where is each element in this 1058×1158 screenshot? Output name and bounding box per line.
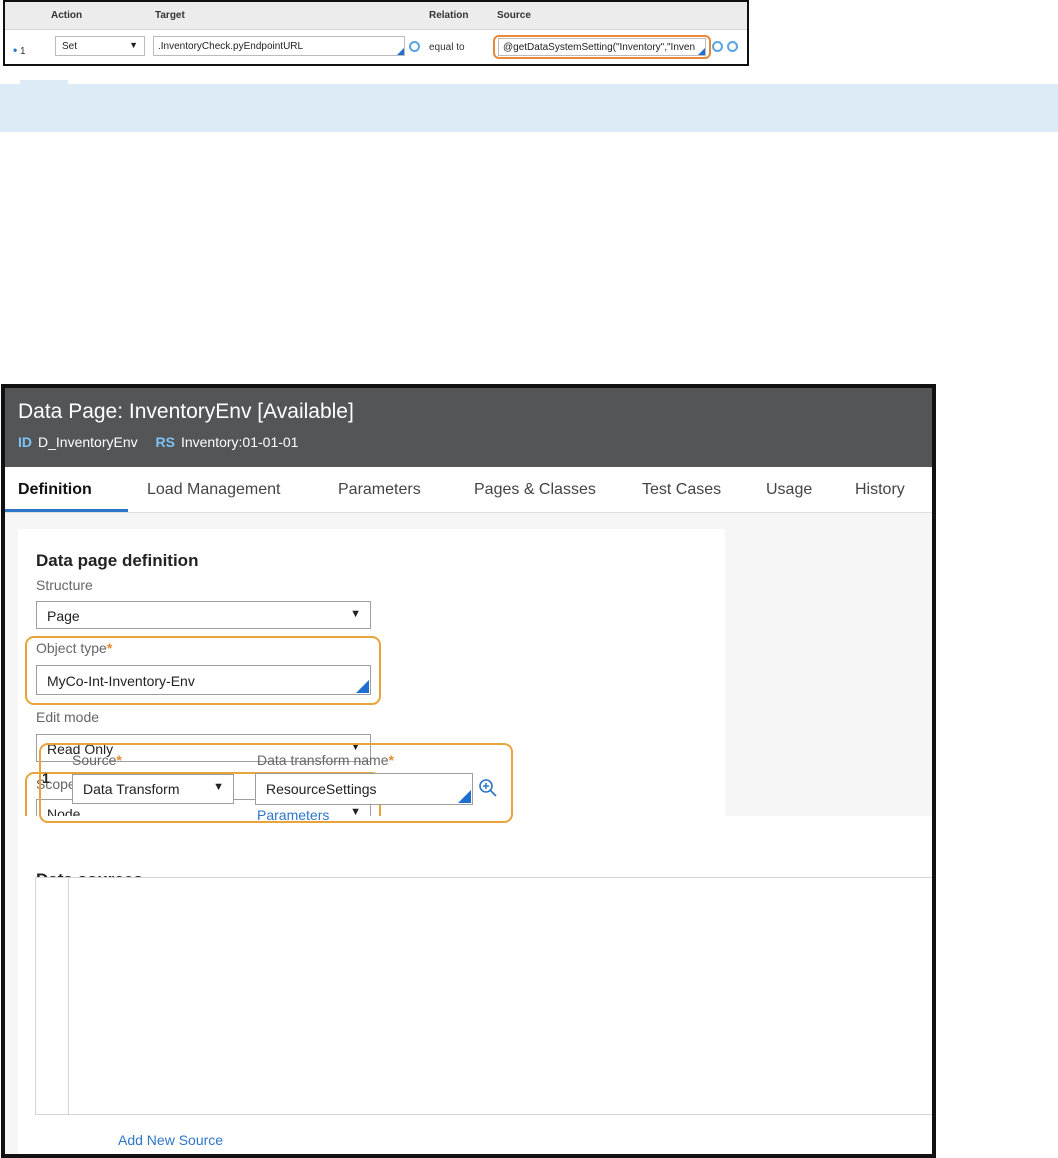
tab-usage[interactable]: Usage xyxy=(766,481,812,499)
tab-definition[interactable]: Definition xyxy=(18,481,92,499)
zoom-in-icon[interactable] xyxy=(478,778,498,798)
page-title: Data Page: InventoryEnv [Available] xyxy=(18,400,354,423)
object-type-input[interactable]: MyCo-Int-Inventory-Env xyxy=(36,665,371,695)
transform-name-input[interactable]: ResourceSettings xyxy=(255,773,473,805)
tab-history[interactable]: History xyxy=(855,481,905,499)
source-gear-icon[interactable] xyxy=(712,41,723,52)
add-new-source-link[interactable]: Add New Source xyxy=(118,1132,223,1148)
grid-row: • 1 Set ▼ .InventoryCheck.pyEndpointURL e… xyxy=(5,30,747,64)
autocomplete-corner-icon xyxy=(356,680,369,693)
header-action: Action xyxy=(51,10,83,21)
object-type-label: Object type* xyxy=(36,640,113,656)
row-number-column xyxy=(68,878,69,1114)
tab-test-cases[interactable]: Test Cases xyxy=(642,481,721,499)
target-input[interactable]: .InventoryCheck.pyEndpointURL xyxy=(153,36,405,56)
rule-meta: ID D_InventoryEnv RS Inventory:01-01-01 xyxy=(18,434,312,450)
source-settings-icon[interactable] xyxy=(727,41,738,52)
data-sources-table xyxy=(35,877,932,1115)
source-select[interactable]: Data Transform ▼ xyxy=(72,774,234,804)
header-relation: Relation xyxy=(429,10,469,21)
header-source: Source xyxy=(497,10,531,21)
grid-header: Action Target Relation Source xyxy=(5,2,747,30)
rule-header: Data Page: InventoryEnv [Available] ID D_… xyxy=(5,388,932,467)
id-value: D_InventoryEnv xyxy=(38,434,138,450)
id-label: ID xyxy=(18,434,32,450)
info-bar xyxy=(0,80,1058,132)
dropdown-arrow-icon: ▼ xyxy=(350,608,361,620)
transform-name-label: Data transform name* xyxy=(257,752,394,768)
structure-label: Structure xyxy=(36,577,93,593)
row-number: • 1 xyxy=(13,43,26,57)
tab-parameters[interactable]: Parameters xyxy=(338,481,421,499)
target-gear-icon[interactable] xyxy=(409,41,420,52)
tab-load-management[interactable]: Load Management xyxy=(147,481,280,499)
info-bar-tab xyxy=(20,80,68,86)
tab-bar: Definition Load Management Parameters Pa… xyxy=(5,467,932,513)
autocomplete-corner-icon xyxy=(458,790,471,803)
rs-label: RS xyxy=(155,434,175,450)
edit-mode-label: Edit mode xyxy=(36,709,100,725)
dropdown-arrow-icon: ▼ xyxy=(213,781,224,793)
data-page-rule-form: Data Page: InventoryEnv [Available] ID D_… xyxy=(1,384,936,1158)
active-tab-indicator xyxy=(5,509,128,512)
autocomplete-corner-icon xyxy=(397,48,404,55)
source-label: Source* xyxy=(72,752,122,768)
dropdown-arrow-icon: ▼ xyxy=(129,40,138,50)
rs-value: Inventory:01-01-01 xyxy=(180,434,299,450)
structure-select[interactable]: Page ▼ xyxy=(36,601,371,629)
data-transform-grid: Action Target Relation Source • 1 Set ▼ .… xyxy=(3,0,749,66)
tab-pages-classes[interactable]: Pages & Classes xyxy=(474,481,596,499)
definition-heading: Data page definition xyxy=(36,551,199,570)
source-highlight xyxy=(493,35,711,59)
header-target: Target xyxy=(155,10,185,21)
parameters-link[interactable]: Parameters xyxy=(257,807,329,823)
action-select[interactable]: Set ▼ xyxy=(55,36,145,56)
relation-text: equal to xyxy=(429,42,465,53)
